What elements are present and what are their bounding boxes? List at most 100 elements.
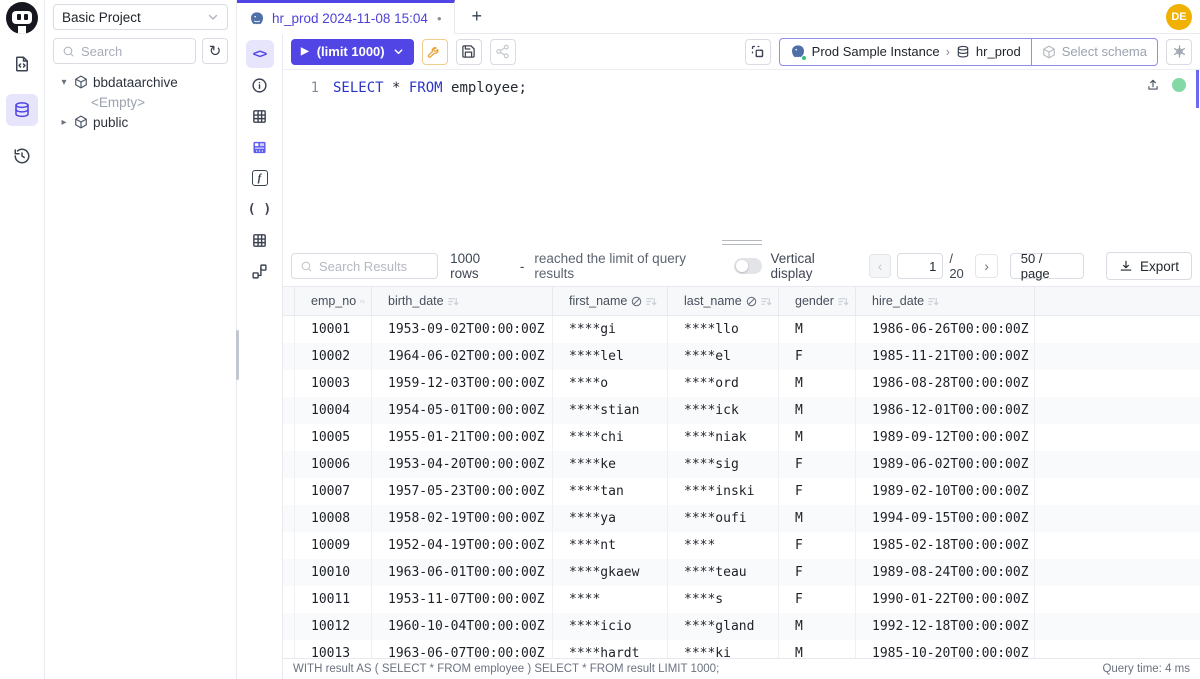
table-cell-birth_date[interactable]: 1953-11-07T00:00:00Z <box>372 586 553 613</box>
ai-assistant-button[interactable] <box>1166 39 1192 65</box>
table-cell-hire_date[interactable]: 1986-12-01T00:00:00Z <box>856 397 1035 424</box>
table-cell-first_name[interactable]: ****stian <box>553 397 668 424</box>
table-cell-gender[interactable]: M <box>779 505 856 532</box>
column-header-last_name[interactable]: last_name <box>668 287 779 315</box>
table-cell-gender[interactable]: F <box>779 343 856 370</box>
table-cell-last_name[interactable]: ****ick <box>668 397 779 424</box>
brackets-panel-icon[interactable]: ( ) <box>246 195 274 223</box>
table-cell-hire_date[interactable]: 1985-10-20T00:00:00Z <box>856 640 1035 658</box>
info-icon[interactable] <box>246 71 274 99</box>
external-table-panel-icon[interactable] <box>246 226 274 254</box>
table-cell-emp_no[interactable]: 10002 <box>295 343 372 370</box>
table-cell-gender[interactable]: F <box>779 586 856 613</box>
batch-query-button[interactable] <box>745 39 771 65</box>
table-cell-last_name[interactable]: ****oufi <box>668 505 779 532</box>
table-cell-emp_no[interactable]: 10006 <box>295 451 372 478</box>
bytebase-logo-icon[interactable] <box>6 2 38 34</box>
column-header-birth_date[interactable]: birth_date <box>372 287 553 315</box>
table-cell-first_name[interactable]: ****hardt <box>553 640 668 658</box>
export-button[interactable]: Export <box>1106 252 1192 280</box>
format-sql-button[interactable] <box>422 39 448 65</box>
table-cell-gender[interactable]: F <box>779 532 856 559</box>
column-header-gender[interactable]: gender <box>779 287 856 315</box>
sort-icon[interactable] <box>838 296 849 307</box>
tree-item-bbdataarchive[interactable]: ▾ bbdataarchive <box>45 72 236 92</box>
chevron-down-icon[interactable] <box>393 46 404 57</box>
table-cell-birth_date[interactable]: 1963-06-07T00:00:00Z <box>372 640 553 658</box>
table-cell-last_name[interactable]: ****niak <box>668 424 779 451</box>
table-cell-first_name[interactable]: ****ya <box>553 505 668 532</box>
table-cell-first_name[interactable]: ****tan <box>553 478 668 505</box>
sort-icon[interactable] <box>928 296 939 307</box>
run-query-button[interactable]: ▶ (limit 1000) <box>291 39 414 65</box>
table-cell-first_name[interactable]: ****icio <box>553 613 668 640</box>
history-icon[interactable] <box>6 140 38 172</box>
vertical-display-toggle[interactable] <box>734 258 763 274</box>
table-cell-first_name[interactable]: **** <box>553 586 668 613</box>
share-button[interactable] <box>490 39 516 65</box>
prev-page-button[interactable]: ‹ <box>869 254 891 278</box>
table-cell-emp_no[interactable]: 10009 <box>295 532 372 559</box>
sheet-panel-icon[interactable] <box>246 133 274 161</box>
next-page-button[interactable]: › <box>975 254 997 278</box>
table-cell-gender[interactable]: F <box>779 451 856 478</box>
table-cell-birth_date[interactable]: 1958-02-19T00:00:00Z <box>372 505 553 532</box>
table-cell-emp_no[interactable]: 10005 <box>295 424 372 451</box>
new-tab-button[interactable]: + <box>455 0 499 33</box>
table-cell-last_name[interactable]: ****ki <box>668 640 779 658</box>
drag-handle-icon[interactable] <box>722 240 762 245</box>
table-cell-last_name[interactable]: ****gland <box>668 613 779 640</box>
database-panel-icon[interactable] <box>6 94 38 126</box>
table-cell-gender[interactable]: F <box>779 478 856 505</box>
table-cell-gender[interactable]: M <box>779 316 856 343</box>
tab-hr-prod[interactable]: hr_prod 2024-11-08 15:04 ● <box>237 0 455 34</box>
table-cell-emp_no[interactable]: 10008 <box>295 505 372 532</box>
table-cell-last_name[interactable]: ****inski <box>668 478 779 505</box>
table-cell-birth_date[interactable]: 1957-05-23T00:00:00Z <box>372 478 553 505</box>
function-panel-icon[interactable]: f <box>246 164 274 192</box>
table-cell-first_name[interactable]: ****ke <box>553 451 668 478</box>
table-cell-last_name[interactable]: ****llo <box>668 316 779 343</box>
table-cell-emp_no[interactable]: 10011 <box>295 586 372 613</box>
table-cell-birth_date[interactable]: 1955-01-21T00:00:00Z <box>372 424 553 451</box>
sort-icon[interactable] <box>761 296 772 307</box>
table-cell-birth_date[interactable]: 1952-04-19T00:00:00Z <box>372 532 553 559</box>
instance-database-selector[interactable]: Prod Sample Instance › hr_prod <box>780 39 1031 65</box>
table-cell-gender[interactable]: M <box>779 640 856 658</box>
column-header-hire_date[interactable]: hire_date <box>856 287 1035 315</box>
table-cell-hire_date[interactable]: 1985-02-18T00:00:00Z <box>856 532 1035 559</box>
schema-selector[interactable]: Select schema <box>1031 39 1157 65</box>
table-cell-last_name[interactable]: ****el <box>668 343 779 370</box>
table-cell-hire_date[interactable]: 1986-06-26T00:00:00Z <box>856 316 1035 343</box>
sort-icon[interactable] <box>646 296 657 307</box>
table-cell-last_name[interactable]: ****s <box>668 586 779 613</box>
table-cell-hire_date[interactable]: 1989-02-10T00:00:00Z <box>856 478 1035 505</box>
table-cell-first_name[interactable]: ****o <box>553 370 668 397</box>
sort-icon[interactable] <box>448 296 459 307</box>
table-cell-hire_date[interactable]: 1990-01-22T00:00:00Z <box>856 586 1035 613</box>
upload-sql-icon[interactable] <box>1146 78 1160 96</box>
table-cell-emp_no[interactable]: 10010 <box>295 559 372 586</box>
table-cell-hire_date[interactable]: 1989-08-24T00:00:00Z <box>856 559 1035 586</box>
table-cell-emp_no[interactable]: 10001 <box>295 316 372 343</box>
table-cell-birth_date[interactable]: 1953-04-20T00:00:00Z <box>372 451 553 478</box>
tree-item-public[interactable]: ▸ public <box>45 112 236 132</box>
avatar[interactable]: DE <box>1166 4 1192 30</box>
table-cell-hire_date[interactable]: 1992-12-18T00:00:00Z <box>856 613 1035 640</box>
table-cell-hire_date[interactable]: 1989-09-12T00:00:00Z <box>856 424 1035 451</box>
table-cell-first_name[interactable]: ****gkaew <box>553 559 668 586</box>
table-cell-last_name[interactable]: ****ord <box>668 370 779 397</box>
sidebar-search-input[interactable]: Search <box>53 38 196 64</box>
caret-down-icon[interactable]: ▾ <box>59 77 69 88</box>
table-cell-hire_date[interactable]: 1985-11-21T00:00:00Z <box>856 343 1035 370</box>
table-cell-hire_date[interactable]: 1989-06-02T00:00:00Z <box>856 451 1035 478</box>
column-header-first_name[interactable]: first_name <box>553 287 668 315</box>
table-cell-birth_date[interactable]: 1959-12-03T00:00:00Z <box>372 370 553 397</box>
tables-panel-icon[interactable] <box>246 102 274 130</box>
table-cell-emp_no[interactable]: 10007 <box>295 478 372 505</box>
table-cell-last_name[interactable]: ****teau <box>668 559 779 586</box>
save-button[interactable] <box>456 39 482 65</box>
table-cell-emp_no[interactable]: 10013 <box>295 640 372 658</box>
table-cell-birth_date[interactable]: 1960-10-04T00:00:00Z <box>372 613 553 640</box>
table-cell-first_name[interactable]: ****gi <box>553 316 668 343</box>
